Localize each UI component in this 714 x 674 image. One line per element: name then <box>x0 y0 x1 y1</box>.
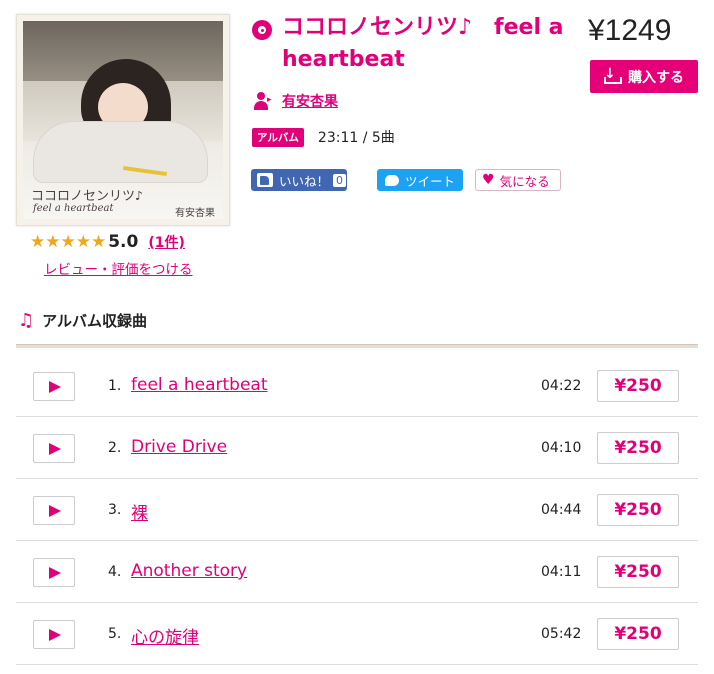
rating-value: 5.0 <box>108 232 139 252</box>
download-icon <box>604 66 622 84</box>
track-number: 5. <box>108 626 122 642</box>
favorite-label: 気になる <box>499 173 550 189</box>
track-duration: 04:11 <box>541 564 582 580</box>
tweet-label: ツイート <box>405 173 456 189</box>
track-buy-button[interactable]: ¥250 <box>597 432 679 464</box>
track-buy-button[interactable]: ¥250 <box>597 618 679 650</box>
favorite-button[interactable]: ♥ 気になる <box>475 169 561 191</box>
like-label: いいね！ <box>279 173 330 189</box>
play-icon[interactable] <box>33 558 75 587</box>
artist-row: ▸ 有安杏果 <box>254 91 338 111</box>
track-row: 2. Drive Drive 04:10 ¥250 <box>16 417 698 479</box>
track-row: 5. 心の旋律 05:42 ¥250 <box>16 603 698 665</box>
album-cover-image: ココロノセンリツ♪ feel a heartbeat 有安杏果 <box>23 21 223 219</box>
album-badge: アルバム <box>252 127 304 147</box>
track-buy-button[interactable]: ¥250 <box>597 556 679 588</box>
buy-button-label: 購入する <box>628 69 684 86</box>
artist-icon: ▸ <box>254 92 272 110</box>
play-icon[interactable] <box>33 620 75 649</box>
track-row: 3. 裸 04:44 ¥250 <box>16 479 698 541</box>
track-row: 1. feel a heartbeat 04:22 ¥250 <box>16 355 698 417</box>
track-title-link[interactable]: 心の旋律 <box>131 623 199 648</box>
play-icon[interactable] <box>33 434 75 463</box>
album-price: ¥1249 <box>588 14 672 47</box>
track-title-link[interactable]: 裸 <box>131 499 148 524</box>
album-duration-count: 23:11 / 5曲 <box>317 130 395 146</box>
album-meta: アルバム 23:11 / 5曲 <box>252 127 395 147</box>
heart-icon: ♥ <box>482 172 495 188</box>
track-number: 3. <box>108 502 122 518</box>
cover-artist-art: 有安杏果 <box>175 208 215 219</box>
track-duration: 04:10 <box>541 440 582 456</box>
rating-count-link[interactable]: (1件) <box>148 232 185 252</box>
cover-subtitle-art: feel a heartbeat <box>33 203 114 214</box>
section-divider <box>16 344 698 348</box>
tracklist-title: アルバム収録曲 <box>42 312 147 330</box>
track-buy-button[interactable]: ¥250 <box>597 370 679 402</box>
facebook-like-button[interactable]: いいね！ 0 <box>251 169 347 191</box>
rating-stars-icon: ★★★★★ <box>30 232 107 252</box>
review-link[interactable]: レビュー・評価をつける <box>44 258 193 278</box>
rating: ★★★★★ 5.0 (1件) <box>30 232 185 252</box>
tweet-button[interactable]: ツイート <box>377 169 463 191</box>
play-icon[interactable] <box>33 496 75 525</box>
music-note-icon: ♫ <box>18 310 35 331</box>
track-title-link[interactable]: Another story <box>131 561 247 581</box>
track-number: 4. <box>108 564 122 580</box>
track-title-link[interactable]: Drive Drive <box>131 437 227 457</box>
album-cover: ココロノセンリツ♪ feel a heartbeat 有安杏果 <box>16 14 230 226</box>
track-duration: 05:42 <box>541 626 582 642</box>
track-number: 1. <box>108 378 122 394</box>
track-row: 4. Another story 04:11 ¥250 <box>16 541 698 603</box>
album-title: ココロノセンリツ♪ feel a heartbeat <box>282 15 564 72</box>
cover-title-art: ココロノセンリツ♪ <box>31 189 143 204</box>
cd-icon <box>252 20 272 40</box>
track-title-link[interactable]: feel a heartbeat <box>131 375 268 395</box>
track-duration: 04:22 <box>541 378 582 394</box>
like-count: 0 <box>333 173 347 187</box>
buy-button[interactable]: 購入する <box>590 60 698 93</box>
track-duration: 04:44 <box>541 502 582 518</box>
track-number: 2. <box>108 440 122 456</box>
tracklist-header: ♫ アルバム収録曲 <box>18 310 147 331</box>
track-buy-button[interactable]: ¥250 <box>597 494 679 526</box>
play-icon[interactable] <box>33 372 75 401</box>
thumbs-up-icon <box>257 173 273 187</box>
twitter-bird-icon <box>385 174 399 186</box>
artist-link[interactable]: 有安杏果 <box>282 91 338 111</box>
track-list: 1. feel a heartbeat 04:22 ¥250 2. Drive … <box>16 355 698 665</box>
